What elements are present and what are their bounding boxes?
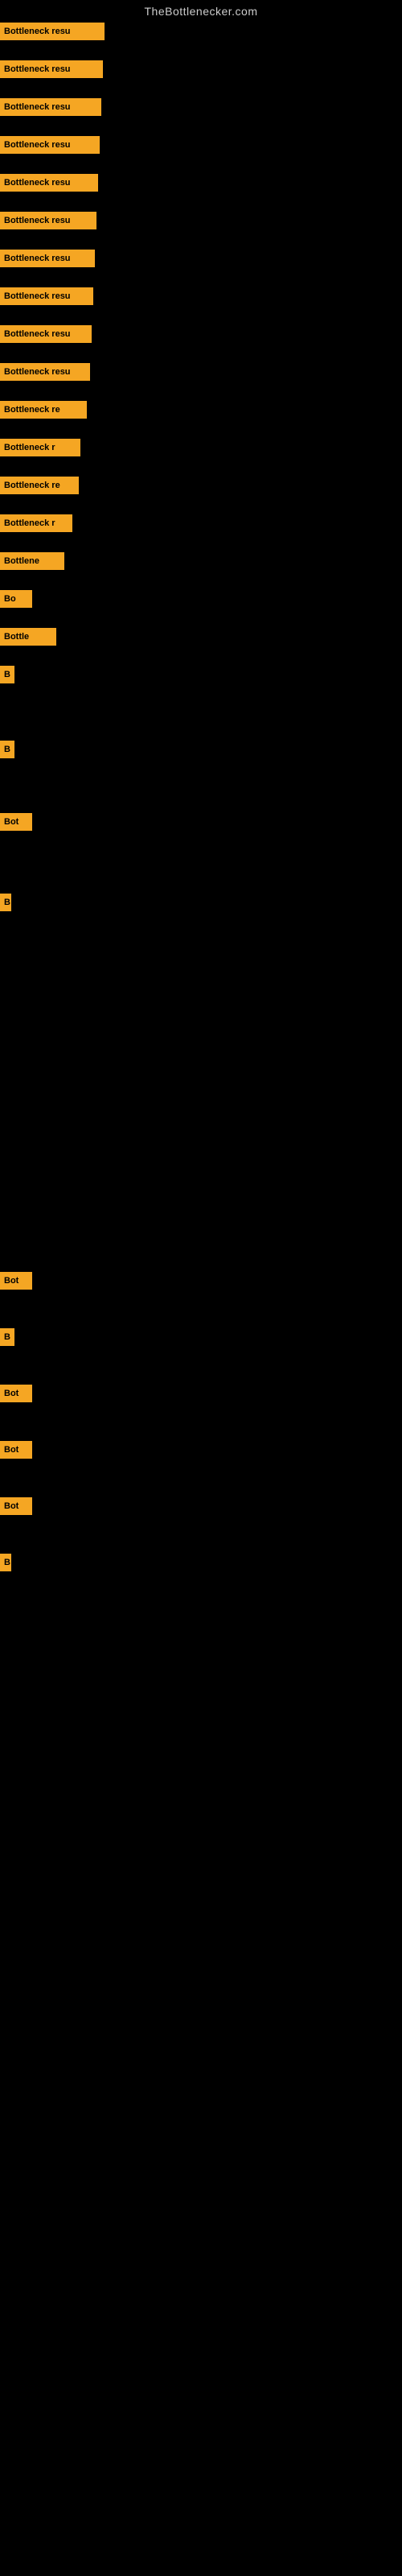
bar-row: Bottleneck resu <box>0 325 92 343</box>
bar-row: B <box>0 741 14 758</box>
bottleneck-bar-label: B <box>0 1554 11 1571</box>
bottleneck-bar-label: Bottleneck resu <box>0 287 93 305</box>
bottleneck-bar-label: Bottleneck resu <box>0 23 105 40</box>
bar-row: Bottleneck re <box>0 477 79 494</box>
bar-row: Bot <box>0 1385 32 1402</box>
bar-row: Bottleneck re <box>0 401 87 419</box>
bottleneck-bar-label: Bottleneck resu <box>0 363 90 381</box>
bar-row: Bottlene <box>0 552 64 570</box>
bar-row: B <box>0 1328 14 1346</box>
bottleneck-bar-label: Bot <box>0 1272 32 1290</box>
bottleneck-bar-label: Bot <box>0 1497 32 1515</box>
bottleneck-bar-label: Bottleneck resu <box>0 174 98 192</box>
bar-row: Bottleneck resu <box>0 363 90 381</box>
bar-row: Bot <box>0 1497 32 1515</box>
bar-row: B <box>0 666 14 683</box>
bottleneck-bar-label: B <box>0 666 14 683</box>
bar-row: Bottleneck resu <box>0 23 105 40</box>
bar-row: Bottle <box>0 628 56 646</box>
bottleneck-bar-label: Bot <box>0 1385 32 1402</box>
bottleneck-bar-label: Bottleneck re <box>0 477 79 494</box>
bottleneck-bar-label: Bot <box>0 813 32 831</box>
bottleneck-bar-label: Bottleneck resu <box>0 325 92 343</box>
bar-row: Bottleneck resu <box>0 174 98 192</box>
bar-row: B <box>0 894 11 911</box>
bar-row: Bottleneck resu <box>0 136 100 154</box>
bottleneck-bar-label: Bottleneck resu <box>0 136 100 154</box>
bar-row: Bottleneck resu <box>0 250 95 267</box>
bar-row: Bottleneck resu <box>0 212 96 229</box>
bottleneck-bar-label: Bottleneck resu <box>0 250 95 267</box>
bottleneck-bar-label: Bottleneck r <box>0 439 80 456</box>
bottleneck-bar-label: B <box>0 1328 14 1346</box>
bottleneck-bar-label: B <box>0 741 14 758</box>
bottleneck-bar-label: Bo <box>0 590 32 608</box>
bar-row: Bot <box>0 1272 32 1290</box>
bottleneck-bar-label: Bottleneck resu <box>0 98 101 116</box>
bottleneck-bar-label: B <box>0 894 11 911</box>
bottleneck-bar-label: Bottlene <box>0 552 64 570</box>
site-title: TheBottlenecker.com <box>0 0 402 21</box>
bar-row: Bot <box>0 1441 32 1459</box>
bottleneck-bar-label: Bottleneck re <box>0 401 87 419</box>
bottleneck-bar-label: Bottle <box>0 628 56 646</box>
bottleneck-bar-label: Bottleneck r <box>0 514 72 532</box>
bar-row: B <box>0 1554 11 1571</box>
bottleneck-bar-label: Bottleneck resu <box>0 60 103 78</box>
bar-row: Bottleneck resu <box>0 98 101 116</box>
bar-row: Bottleneck r <box>0 439 80 456</box>
bar-row: Bottleneck resu <box>0 287 93 305</box>
bar-row: Bot <box>0 813 32 831</box>
bar-row: Bottleneck r <box>0 514 72 532</box>
bottleneck-bar-label: Bot <box>0 1441 32 1459</box>
bar-row: Bo <box>0 590 32 608</box>
bar-row: Bottleneck resu <box>0 60 103 78</box>
bottleneck-bar-label: Bottleneck resu <box>0 212 96 229</box>
